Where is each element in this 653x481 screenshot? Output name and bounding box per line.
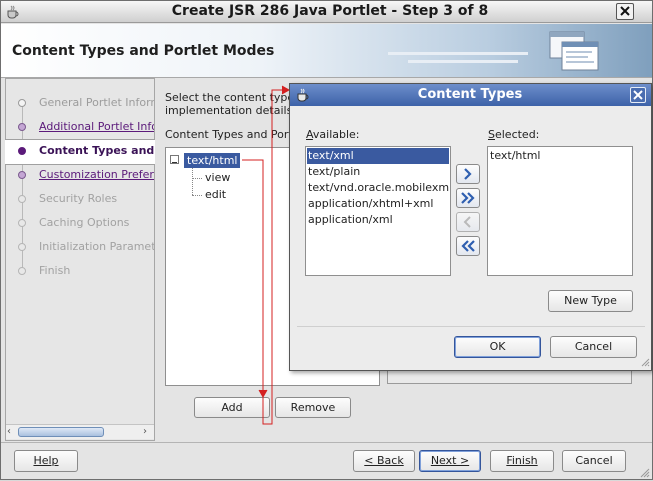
available-item[interactable]: text/vnd.oracle.mobilexml <box>307 180 449 196</box>
java-cup-icon <box>295 87 311 103</box>
selected-label: Selected: <box>488 128 539 141</box>
dialog-close-button[interactable] <box>630 87 646 103</box>
move-right-button[interactable] <box>456 164 480 184</box>
dialog-title: Content Types <box>417 87 523 102</box>
selected-item[interactable]: text/html <box>489 148 631 164</box>
selected-list[interactable]: text/html <box>487 146 633 276</box>
available-list[interactable]: text/xml text/plain text/vnd.oracle.mobi… <box>305 146 451 276</box>
chevron-left-icon <box>463 216 471 228</box>
selected-label-mnemonic: S <box>488 128 495 141</box>
dialog-cancel-button[interactable]: Cancel <box>550 336 637 358</box>
double-chevron-right-icon <box>461 192 475 204</box>
dialog-separator <box>297 326 645 327</box>
chevron-right-icon <box>464 168 472 180</box>
available-item[interactable]: text/plain <box>307 164 449 180</box>
move-all-right-button[interactable] <box>456 188 480 208</box>
ok-button[interactable]: OK <box>454 336 541 358</box>
close-icon <box>633 90 643 100</box>
move-all-left-button[interactable] <box>456 236 480 256</box>
double-chevron-left-icon <box>461 240 475 252</box>
available-item[interactable]: application/xhtml+xml <box>307 196 449 212</box>
available-item[interactable]: application/xml <box>307 212 449 228</box>
available-item[interactable]: text/xml <box>307 148 449 164</box>
available-label-mnemonic: A <box>306 128 313 141</box>
selected-label-rest: elected: <box>494 128 540 141</box>
move-left-button <box>456 212 480 232</box>
available-label: Available: <box>306 128 360 141</box>
available-label-rest: vailable: <box>312 128 360 141</box>
resize-grip-icon[interactable] <box>640 357 650 367</box>
new-type-button[interactable]: New Type <box>548 290 633 312</box>
